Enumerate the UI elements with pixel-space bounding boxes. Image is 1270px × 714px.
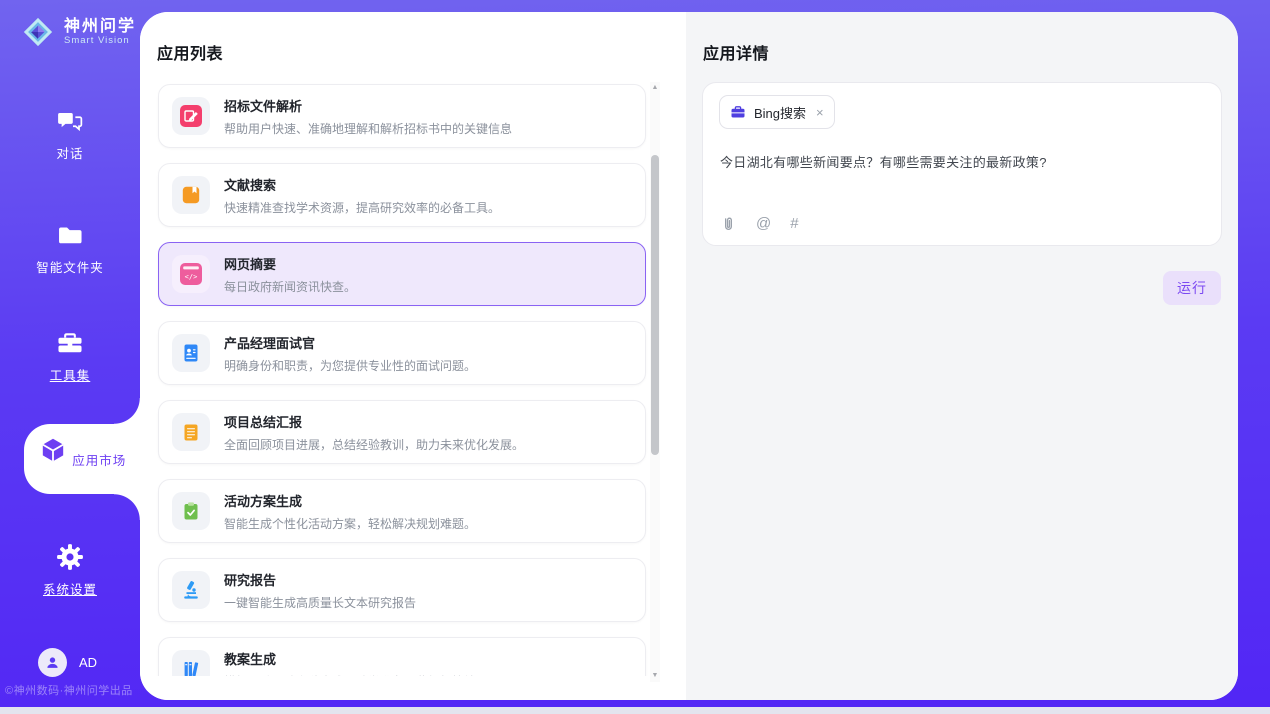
tool-chip-bing-search[interactable]: Bing搜索 × [719,95,835,129]
sidebar-item-smart-folders[interactable]: 智能文件夹 [0,220,140,277]
microscope-icon [180,579,202,601]
app-card-literature-search[interactable]: 文献搜索 快速精准查找学术资源，提高研究效率的必备工具。 [158,163,646,227]
scrollbar-thumb[interactable] [651,155,659,455]
app-desc: 全面回顾项目进展，总结经验教训，助力未来优化发展。 [224,436,524,453]
tool-chip-label: Bing搜索 [754,103,806,122]
app-desc: 每日政府新闻资讯快查。 [224,278,356,295]
brand-text: 神州问学 Smart Vision [64,18,136,47]
app-card-text: 教案生成 模板驱动，教案秒生成，教学准备从此轻松快捷 [224,649,476,677]
sidebar: 神州问学 Smart Vision 对话 智能文件夹 工具集 应用市场 [0,0,140,707]
user-name: AD [79,655,97,670]
sidebar-item-label: 应用市场 [72,454,126,468]
app-desc: 帮助用户快速、准确地理解和解析招标书中的关键信息 [224,120,512,137]
sidebar-item-label: 系统设置 [43,583,97,597]
brand-tagline: Smart Vision [64,35,136,46]
app-list-panel: 应用列表 招标文件解析 帮助用户快速、准确地理解和解析招标书中的关键信息 [140,12,686,700]
composer-toolbar: @ # [720,215,799,232]
app-desc: 明确身份和职责，为您提供专业性的面试问题。 [224,357,476,374]
app-name: 产品经理面试官 [224,333,476,352]
resume-person-icon [180,342,202,364]
sidebar-item-label: 对话 [56,147,83,161]
document-edit-icon [180,105,202,127]
app-icon-tile [172,650,210,676]
browser-code-icon: </> [180,263,202,285]
brand-logo: 神州问学 Smart Vision [20,14,136,50]
book-icon [180,184,202,206]
diamond-logo-icon [20,14,56,50]
app-detail-panel: 应用详情 Bing搜索 × 今日湖北有哪些新闻要点？有哪些需要关注的最新政策? … [686,12,1238,700]
books-icon [180,658,202,676]
scroll-down-icon[interactable]: ▼ [650,670,660,682]
app-icon-tile [172,571,210,609]
app-name: 招标文件解析 [224,96,512,115]
app-name: 文献搜索 [224,175,500,194]
app-card-text: 项目总结汇报 全面回顾项目进展，总结经验教训，助力未来优化发展。 [224,412,524,453]
list-scrollbar[interactable]: ▲ ▼ [650,82,660,682]
sidebar-item-label: 工具集 [50,369,91,383]
prompt-card: Bing搜索 × 今日湖北有哪些新闻要点？有哪些需要关注的最新政策? @ # [702,82,1222,246]
app-card-web-summary[interactable]: </> 网页摘要 每日政府新闻资讯快查。 [158,242,646,306]
app-card-text: 研究报告 一键智能生成高质量长文本研究报告 [224,570,416,611]
run-button[interactable]: 运行 [1163,271,1221,305]
app-card-text: 活动方案生成 智能生成个性化活动方案，轻松解决规划难题。 [224,491,476,532]
sidebar-item-app-market[interactable]: 应用市场 [24,424,140,494]
app-icon-tile [172,176,210,214]
app-name: 网页摘要 [224,254,356,273]
app-icon-tile: </> [172,255,210,293]
app-desc: 快速精准查找学术资源，提高研究效率的必备工具。 [224,199,500,216]
paperclip-icon[interactable] [720,215,737,232]
chip-close-icon[interactable]: × [816,105,824,120]
app-card-event-plan[interactable]: 活动方案生成 智能生成个性化活动方案，轻松解决规划难题。 [158,479,646,543]
chat-icon [55,106,85,136]
notepad-icon [180,421,202,443]
app-desc: 智能生成个性化活动方案，轻松解决规划难题。 [224,515,476,532]
sidebar-item-label: 智能文件夹 [36,261,104,275]
app-name: 项目总结汇报 [224,412,524,431]
avatar [38,648,67,677]
app-desc: 一键智能生成高质量长文本研究报告 [224,594,416,611]
app-icon-tile [172,413,210,451]
svg-text:</>: </> [185,273,198,281]
person-icon [44,654,61,671]
app-list-title: 应用列表 [157,40,223,64]
app-icon-tile [172,97,210,135]
app-icon-tile [172,492,210,530]
hash-icon[interactable]: # [790,215,798,232]
brand-name: 神州问学 [64,18,136,36]
folder-icon [55,220,85,250]
app-card-text: 产品经理面试官 明确身份和职责，为您提供专业性的面试问题。 [224,333,476,374]
app-name: 活动方案生成 [224,491,476,510]
app-card-text: 招标文件解析 帮助用户快速、准确地理解和解析招标书中的关键信息 [224,96,512,137]
app-desc: 模板驱动，教案秒生成，教学准备从此轻松快捷 [224,673,476,677]
app-list-scroll-area: 招标文件解析 帮助用户快速、准确地理解和解析招标书中的关键信息 文献搜索 快速精… [140,82,686,676]
app-card-lesson-plan[interactable]: 教案生成 模板驱动，教案秒生成，教学准备从此轻松快捷 [158,637,646,676]
app-card-project-summary[interactable]: 项目总结汇报 全面回顾项目进展，总结经验教训，助力未来优化发展。 [158,400,646,464]
app-name: 教案生成 [224,649,476,668]
gear-icon [55,542,85,572]
toolbox-icon [55,328,85,358]
bottom-strip [0,707,1270,714]
briefcase-icon [730,104,746,120]
user-account[interactable]: AD [38,648,97,677]
app-card-text: 网页摘要 每日政府新闻资讯快查。 [224,254,356,295]
query-input[interactable]: 今日湖北有哪些新闻要点？有哪些需要关注的最新政策? [720,152,1205,171]
mention-icon[interactable]: @ [756,215,771,232]
app-card-pm-interviewer[interactable]: 产品经理面试官 明确身份和职责，为您提供专业性的面试问题。 [158,321,646,385]
app-icon-tile [172,334,210,372]
sidebar-item-toolset[interactable]: 工具集 [0,328,140,385]
app-card-research-report[interactable]: 研究报告 一键智能生成高质量长文本研究报告 [158,558,646,622]
sidebar-item-chat[interactable]: 对话 [0,106,140,163]
cube-icon [38,435,68,465]
scroll-up-icon[interactable]: ▲ [650,82,660,94]
app-card-text: 文献搜索 快速精准查找学术资源，提高研究效率的必备工具。 [224,175,500,216]
app-detail-title: 应用详情 [703,40,769,64]
app-card-bid-document-analysis[interactable]: 招标文件解析 帮助用户快速、准确地理解和解析招标书中的关键信息 [158,84,646,148]
sidebar-item-settings[interactable]: 系统设置 [0,542,140,599]
copyright-footer: ©神州数码·神州问学出品 [5,682,133,698]
app-name: 研究报告 [224,570,416,589]
main-content: 应用列表 招标文件解析 帮助用户快速、准确地理解和解析招标书中的关键信息 [140,12,1238,700]
clipboard-check-icon [180,500,202,522]
